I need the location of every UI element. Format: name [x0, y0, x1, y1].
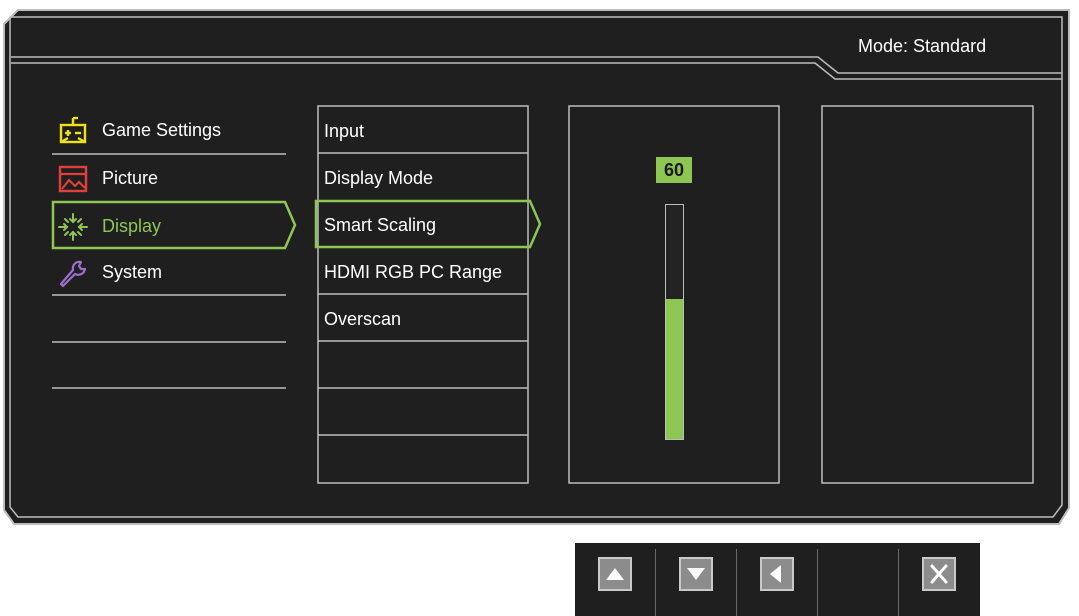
menu-item-game-settings[interactable]: Game Settings [52, 106, 286, 154]
submenu-item-overscan[interactable]: Overscan [318, 295, 528, 341]
system-wrench-icon [56, 258, 90, 288]
submenu-item-display-mode[interactable]: Display Mode [318, 154, 528, 200]
menu-item-label: Game Settings [102, 120, 222, 140]
up-button[interactable] [575, 543, 655, 616]
submenu-item-smart-scaling[interactable]: Smart Scaling [318, 201, 528, 247]
smart-scaling-value: 60 [656, 157, 692, 183]
menu-item-label: Display [102, 216, 162, 236]
down-button[interactable] [656, 543, 736, 616]
smart-scaling-slider[interactable] [665, 204, 684, 440]
submenu-item-label: Display Mode [324, 168, 434, 188]
left-arrow-icon [760, 557, 794, 591]
display-icon [56, 212, 90, 242]
up-arrow-icon [598, 557, 632, 591]
menu-item-system[interactable]: System [52, 248, 286, 296]
menu-item-empty [52, 388, 286, 436]
submenu-item-hdmi-rgb-pc-range[interactable]: HDMI RGB PC Range [318, 248, 528, 294]
left-button[interactable] [737, 543, 817, 616]
menu-item-empty [52, 342, 286, 390]
menu-item-picture[interactable]: Picture [52, 154, 286, 202]
menu-item-label: System [102, 262, 163, 282]
picture-icon [56, 164, 90, 194]
blank-button[interactable] [818, 543, 898, 616]
mode-indicator: Mode: Standard [858, 36, 987, 56]
down-arrow-icon [679, 557, 713, 591]
slider-fill [666, 298, 683, 439]
close-button[interactable] [899, 543, 979, 616]
close-icon [922, 557, 956, 591]
game-settings-icon [56, 116, 90, 146]
submenu-item-empty [318, 342, 528, 388]
submenu-item-label: Input [324, 121, 365, 141]
submenu-item-label: Overscan [324, 309, 402, 329]
menu-item-display[interactable]: Display [52, 202, 286, 250]
menu-item-empty [52, 295, 286, 343]
submenu-item-label: HDMI RGB PC Range [324, 262, 503, 282]
submenu-item-empty [318, 389, 528, 435]
submenu-item-input[interactable]: Input [318, 107, 528, 153]
submenu-item-label: Smart Scaling [324, 215, 437, 235]
control-button-bar [575, 543, 980, 616]
submenu-item-empty [318, 436, 528, 482]
menu-item-label: Picture [102, 168, 159, 188]
